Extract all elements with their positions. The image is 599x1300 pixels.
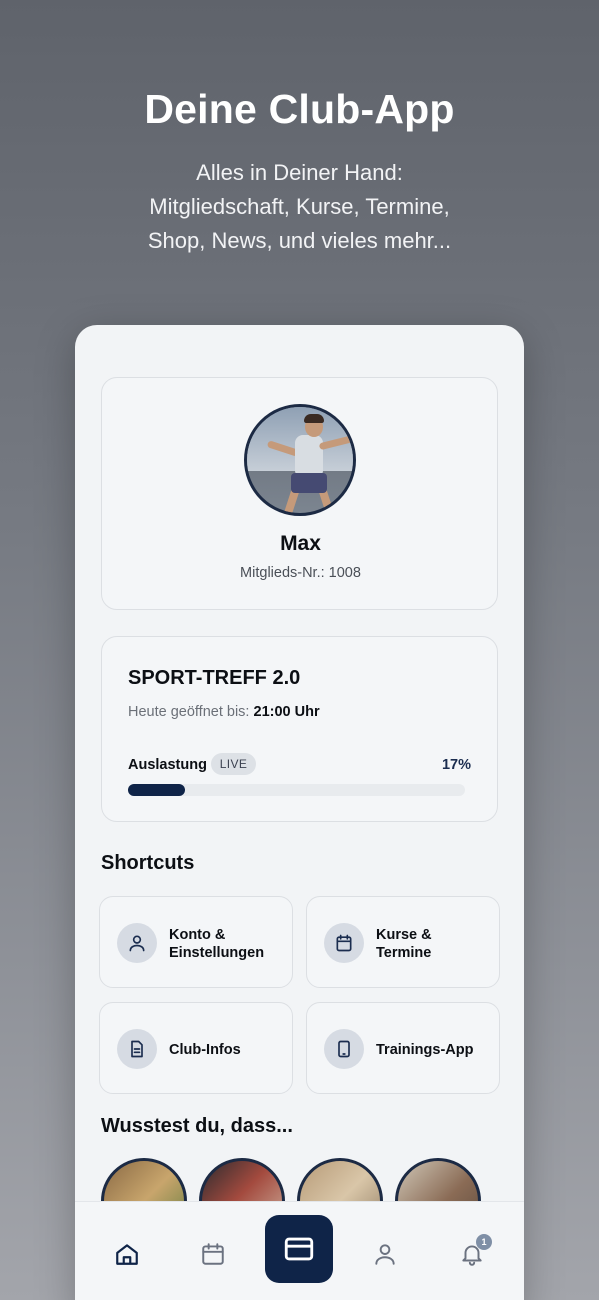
load-progress-bar — [128, 784, 465, 796]
did-you-know-title: Wusstest du, dass... — [101, 1115, 293, 1137]
tab-bar: 1 — [75, 1201, 524, 1300]
profile-name: Max — [280, 532, 321, 555]
shortcut-label-line: Konto & — [169, 927, 226, 943]
shortcut-label-line: Kurse & — [376, 927, 432, 943]
load-percent: 17% — [441, 757, 471, 773]
user-icon — [117, 923, 157, 963]
calendar-icon — [324, 923, 364, 963]
club-name: SPORT-TREFF 2.0 — [128, 667, 301, 689]
notification-badge: 1 — [476, 1234, 492, 1250]
hero-subtitle-line: Alles in Deiner Hand: — [196, 160, 403, 185]
live-badge: LIVE — [211, 753, 256, 775]
profile-card[interactable]: Max Mitglieds-Nr.: 1008 — [101, 377, 498, 610]
opening-hours: Heute geöffnet bis: 21:00 Uhr — [128, 704, 320, 720]
shortcut-club-info[interactable]: Club-Infos — [99, 1002, 293, 1094]
card-icon — [284, 1237, 314, 1261]
shortcut-account-settings[interactable]: Konto & Einstellungen — [99, 896, 293, 988]
document-icon — [117, 1029, 157, 1069]
member-number: Mitglieds-Nr.: 1008 — [240, 565, 361, 581]
avatar[interactable] — [244, 404, 356, 516]
load-label: Auslastung — [128, 757, 207, 773]
phone-screen: Max Mitglieds-Nr.: 1008 SPORT-TREFF 2.0 … — [75, 325, 524, 1300]
tab-profile[interactable] — [365, 1234, 405, 1274]
hero-subtitle-line: Shop, News, und vieles mehr... — [147, 228, 452, 253]
shortcut-label: Club-Infos — [169, 1042, 241, 1058]
hero-subtitle-line: Mitgliedschaft, Kurse, Termine, — [149, 194, 450, 219]
user-icon — [375, 1244, 395, 1265]
tablet-icon — [324, 1029, 364, 1069]
shortcut-training-app[interactable]: Trainings-App — [306, 1002, 500, 1094]
shortcut-label-line: Einstellungen — [169, 945, 265, 961]
tab-notifications[interactable]: 1 — [452, 1234, 492, 1274]
shortcut-label: Konto & Einstellungen — [169, 926, 287, 962]
shortcut-label: Kurse & Termine — [376, 926, 494, 962]
shortcuts-title: Shortcuts — [101, 852, 195, 874]
club-card[interactable]: SPORT-TREFF 2.0 Heute geöffnet bis: 21:0… — [101, 636, 498, 822]
opening-hours-value: 21:00 Uhr — [253, 704, 320, 720]
calendar-icon — [202, 1243, 224, 1265]
load-progress-fill — [128, 784, 186, 796]
shortcut-label: Trainings-App — [376, 1042, 474, 1058]
hero-subtitle: Alles in Deiner Hand: Mitgliedschaft, Ku… — [0, 156, 599, 258]
opening-hours-label: Heute geöffnet bis: — [128, 704, 250, 720]
membership-card-button[interactable] — [265, 1215, 333, 1283]
tab-home[interactable] — [107, 1234, 147, 1274]
tab-calendar[interactable] — [193, 1234, 233, 1274]
hero-title: Deine Club-App — [144, 86, 455, 132]
shortcut-courses-dates[interactable]: Kurse & Termine — [306, 896, 500, 988]
home-icon — [116, 1244, 138, 1265]
shortcut-label-line: Termine — [376, 945, 432, 961]
